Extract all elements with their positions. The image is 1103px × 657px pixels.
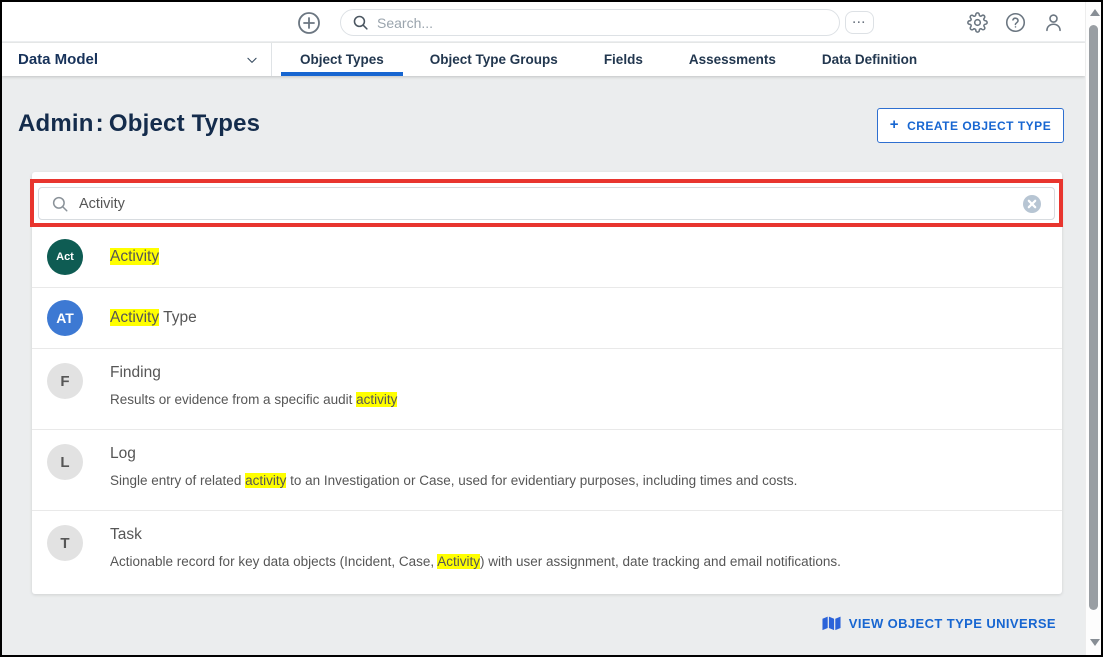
highlighted-text: Activity [437, 554, 480, 569]
app-window: Search... ... Data Model Object TypesObj… [2, 2, 1101, 655]
question-circle-icon [1005, 12, 1026, 33]
chevron-down-icon [245, 53, 259, 67]
object-type-avatar: L [47, 444, 83, 480]
nav-bar: Data Model Object Types Object Type Group… [2, 43, 1085, 76]
plus-icon: + [890, 117, 899, 134]
text: Single entry of related [110, 473, 245, 488]
result-body: Task Actionable record for key data objec… [110, 525, 841, 570]
highlighted-text: activity [245, 473, 286, 488]
highlighted-text: Activity [110, 248, 159, 265]
tab-fields[interactable]: Fields [581, 43, 666, 76]
map-icon [822, 615, 841, 632]
search-options-button[interactable]: ... [845, 11, 874, 34]
result-description: Results or evidence from a specific audi… [110, 391, 397, 408]
tab-label: Object Types [300, 52, 384, 67]
top-bar: Search... ... [2, 2, 1085, 42]
result-title: Log [110, 444, 797, 464]
page-title: Admin:Object Types [18, 110, 260, 138]
tab-label: Fields [604, 52, 643, 67]
nav-tabs: Object Types Object Type Groups Fields Asse… [272, 43, 940, 76]
plus-circle-icon [297, 11, 321, 35]
vertical-scrollbar[interactable] [1085, 2, 1101, 655]
help-button[interactable] [1005, 12, 1026, 33]
text: Finding [110, 364, 161, 381]
text: to an Investigation or Case, used for ev… [286, 473, 797, 488]
text: Results or evidence from a specific audi… [110, 392, 356, 407]
module-selector-label: Data Model [18, 51, 98, 68]
highlighted-text: activity [356, 392, 397, 407]
result-title: Activity [110, 247, 159, 267]
page-title-name: Object Types [109, 110, 260, 137]
annotation-highlight-box [30, 179, 1063, 227]
object-type-avatar: AT [47, 300, 83, 336]
module-selector[interactable]: Data Model [2, 43, 272, 76]
tab-label: Data Definition [822, 52, 917, 67]
global-search-input[interactable]: Search... [340, 9, 840, 36]
account-button[interactable] [1043, 12, 1064, 33]
text: Type [159, 309, 197, 326]
result-body: Finding Results or evidence from a specif… [110, 363, 397, 408]
view-object-type-universe-label: VIEW OBJECT TYPE UNIVERSE [849, 616, 1056, 631]
result-row[interactable]: L Log Single entry of related activity to … [32, 429, 1062, 510]
page-title-section: Admin [18, 110, 94, 137]
person-icon [1043, 12, 1064, 33]
text: Task [110, 526, 142, 543]
ellipsis-icon: ... [853, 15, 867, 30]
scrollbar-up-arrow-icon[interactable] [1090, 9, 1100, 16]
scrollbar-thumb[interactable] [1089, 25, 1098, 610]
magnifier-icon [352, 14, 369, 31]
text: Log [110, 445, 136, 462]
view-object-type-universe-link[interactable]: VIEW OBJECT TYPE UNIVERSE [822, 615, 1056, 632]
tab-data-definition[interactable]: Data Definition [799, 43, 940, 76]
result-description: Actionable record for key data objects (… [110, 553, 841, 570]
page-title-separator: : [96, 110, 104, 137]
result-description: Single entry of related activity to an I… [110, 472, 797, 489]
result-title: Task [110, 525, 841, 545]
global-search-placeholder: Search... [377, 15, 433, 31]
scrollbar-down-arrow-icon[interactable] [1090, 639, 1100, 646]
gear-icon [967, 12, 988, 33]
tab-assessments[interactable]: Assessments [666, 43, 799, 76]
tab-object-types[interactable]: Object Types [277, 43, 407, 76]
create-object-type-label: CREATE OBJECT TYPE [907, 119, 1051, 133]
object-type-avatar: F [47, 363, 83, 399]
result-body: Log Single entry of related activity to a… [110, 444, 797, 489]
text: Actionable record for key data objects (… [110, 554, 437, 569]
result-row[interactable]: F Finding Results or evidence from a speci… [32, 348, 1062, 429]
highlighted-text: Activity [110, 309, 159, 326]
tab-label: Assessments [689, 52, 776, 67]
text: ) with user assignment, date tracking an… [480, 554, 841, 569]
result-row[interactable]: T Task Actionable record for key data obje… [32, 510, 1062, 591]
result-row[interactable]: AT Activity Type [32, 287, 1062, 348]
add-button[interactable] [297, 11, 321, 35]
result-title: Activity Type [110, 308, 197, 328]
tab-label: Object Type Groups [430, 52, 558, 67]
results-list: Act Activity AT Activity Type F Finding Result… [32, 227, 1062, 591]
create-object-type-button[interactable]: + CREATE OBJECT TYPE [877, 108, 1064, 143]
result-row[interactable]: Act Activity [32, 227, 1062, 287]
settings-button[interactable] [967, 12, 988, 33]
result-body: Activity Type [110, 308, 197, 328]
result-title: Finding [110, 363, 397, 383]
object-types-card: Activity Act Activity AT Activity Type F Find… [32, 172, 1062, 594]
object-type-avatar: Act [47, 239, 83, 275]
tab-object-type-groups[interactable]: Object Type Groups [407, 43, 581, 76]
object-type-avatar: T [47, 525, 83, 561]
result-body: Activity [110, 247, 159, 267]
